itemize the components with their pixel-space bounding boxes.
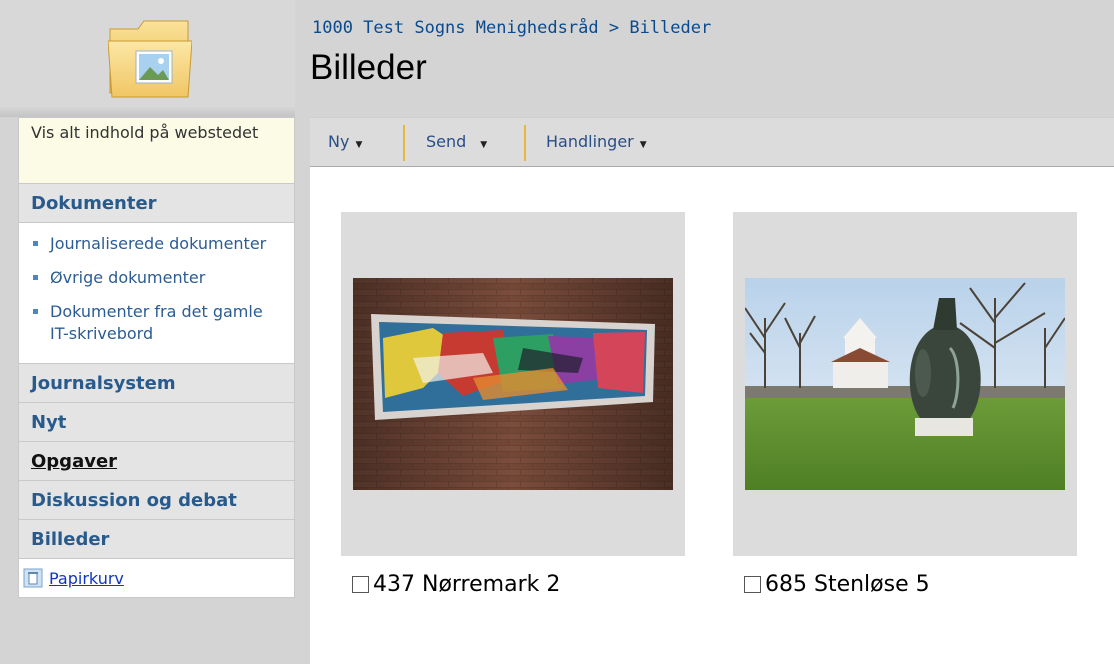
actions-menu-label: Handlinger [546, 132, 634, 151]
dropdown-arrow-icon: ▼ [480, 140, 488, 150]
toolbar-separator [403, 125, 405, 161]
sidebar-item-label: Dokumenter fra det gamle IT-skrivebord [50, 302, 263, 343]
picture-caption: 437 Nørremark 2 [352, 572, 560, 597]
picture-tile[interactable] [733, 212, 1077, 556]
recycle-bin-item[interactable]: Papirkurv [19, 559, 294, 597]
bullet-icon [33, 241, 38, 246]
sidebar-section-news[interactable]: Nyt [19, 403, 294, 442]
picture-title[interactable]: 437 Nørremark 2 [373, 572, 560, 597]
dropdown-arrow-icon: ▼ [639, 140, 647, 150]
pictures-folder-icon [108, 20, 192, 98]
toolbar-separator [524, 125, 526, 161]
page-header: 1000 Test Sogns Menighedsråd > Billeder … [0, 0, 1114, 117]
dropdown-arrow-icon: ▼ [355, 140, 363, 150]
sidebar-section-documents[interactable]: Dokumenter [19, 184, 294, 223]
sidebar-item-other-documents[interactable]: Øvrige dokumenter [19, 265, 294, 299]
picture-caption: 685 Stenløse 5 [744, 572, 930, 597]
select-checkbox[interactable] [352, 576, 369, 593]
sidebar-item-old-desk-documents[interactable]: Dokumenter fra det gamle IT-skrivebord [19, 299, 294, 355]
picture-title[interactable]: 685 Stenløse 5 [765, 572, 930, 597]
site-icon-area [0, 0, 295, 117]
recycle-bin-link[interactable]: Papirkurv [49, 569, 124, 588]
picture-thumbnail-painting[interactable] [353, 278, 673, 490]
documents-sublist: Journaliserede dokumenter Øvrige dokumen… [19, 223, 294, 364]
breadcrumb-parent-link[interactable]: 1000 Test Sogns Menighedsråd [312, 18, 599, 38]
sidebar-section-tasks[interactable]: Opgaver [19, 442, 294, 481]
select-checkbox[interactable] [744, 576, 761, 593]
picture-tile[interactable] [341, 212, 685, 556]
sidebar-section-journal[interactable]: Journalsystem [19, 364, 294, 403]
picture-thumbnail-sculpture[interactable] [745, 278, 1065, 490]
send-menu-button[interactable]: Send ▼ [426, 118, 487, 166]
sidebar-item-label: Øvrige dokumenter [50, 268, 206, 287]
quick-launch-sidebar: Vis alt indhold på webstedet Dokumenter … [18, 117, 295, 598]
sidebar-section-discussion[interactable]: Diskussion og debat [19, 481, 294, 520]
list-toolbar: Ny ▼ Send ▼ Handlinger ▼ [310, 117, 1114, 167]
breadcrumb: 1000 Test Sogns Menighedsråd > Billeder [312, 18, 711, 38]
page-title: Billeder [310, 48, 427, 87]
actions-menu-button[interactable]: Handlinger ▼ [546, 118, 647, 166]
breadcrumb-separator: > [608, 18, 620, 38]
sidebar-item-journaled-documents[interactable]: Journaliserede dokumenter [19, 231, 294, 265]
new-menu-button[interactable]: Ny ▼ [328, 118, 362, 166]
send-menu-label: Send [426, 132, 467, 151]
new-menu-label: Ny [328, 132, 350, 151]
sidebar-item-label: Journaliserede dokumenter [50, 234, 267, 253]
recycle-bin-icon [23, 568, 43, 588]
bullet-icon [33, 275, 38, 280]
view-all-site-content-link[interactable]: Vis alt indhold på webstedet [19, 118, 294, 184]
breadcrumb-current[interactable]: Billeder [629, 18, 711, 38]
bullet-icon [33, 309, 38, 314]
sidebar-section-pictures[interactable]: Billeder [19, 520, 294, 559]
